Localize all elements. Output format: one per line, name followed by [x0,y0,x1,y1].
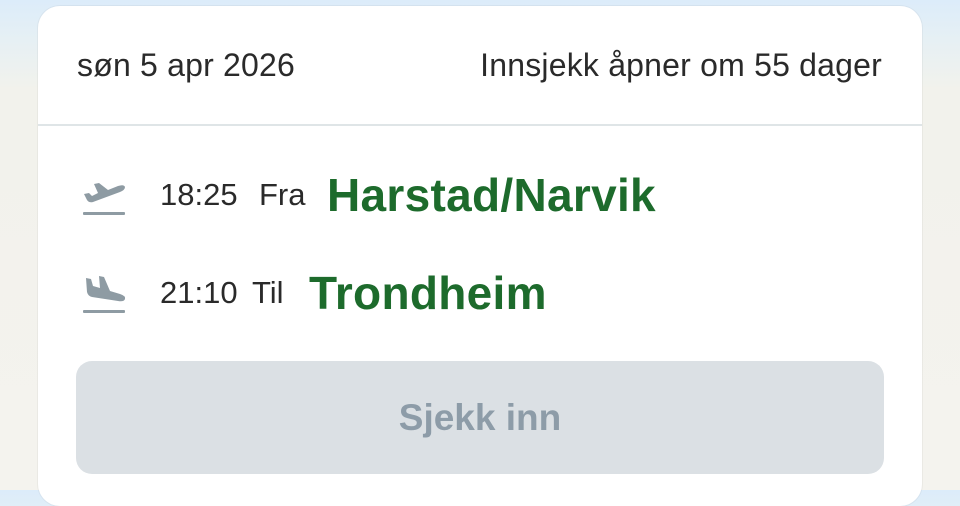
departure-label: Fra [259,177,306,212]
flight-date: søn 5 apr 2026 [77,47,296,83]
checkin-button[interactable]: Sjekk inn [76,361,884,474]
flight-card: søn 5 apr 2026 Innsjekk åpner om 55 dage… [38,6,922,506]
arrival-row: 21:10 Til Trondheim [38,264,922,324]
airplane-takeoff-icon [83,183,125,215]
arrival-label: Til [252,275,284,310]
departure-city: Harstad/Narvik [327,169,656,221]
departure-time: 18:25 [160,177,238,212]
airplane-landing-icon [83,276,126,313]
card-header: søn 5 apr 2026 Innsjekk åpner om 55 dage… [38,6,922,126]
departure-row: 18:25 Fra Harstad/Narvik [38,166,922,226]
checkin-opens-info: Innsjekk åpner om 55 dager [480,47,882,83]
arrival-time: 21:10 [160,275,238,310]
arrival-city: Trondheim [309,267,547,319]
